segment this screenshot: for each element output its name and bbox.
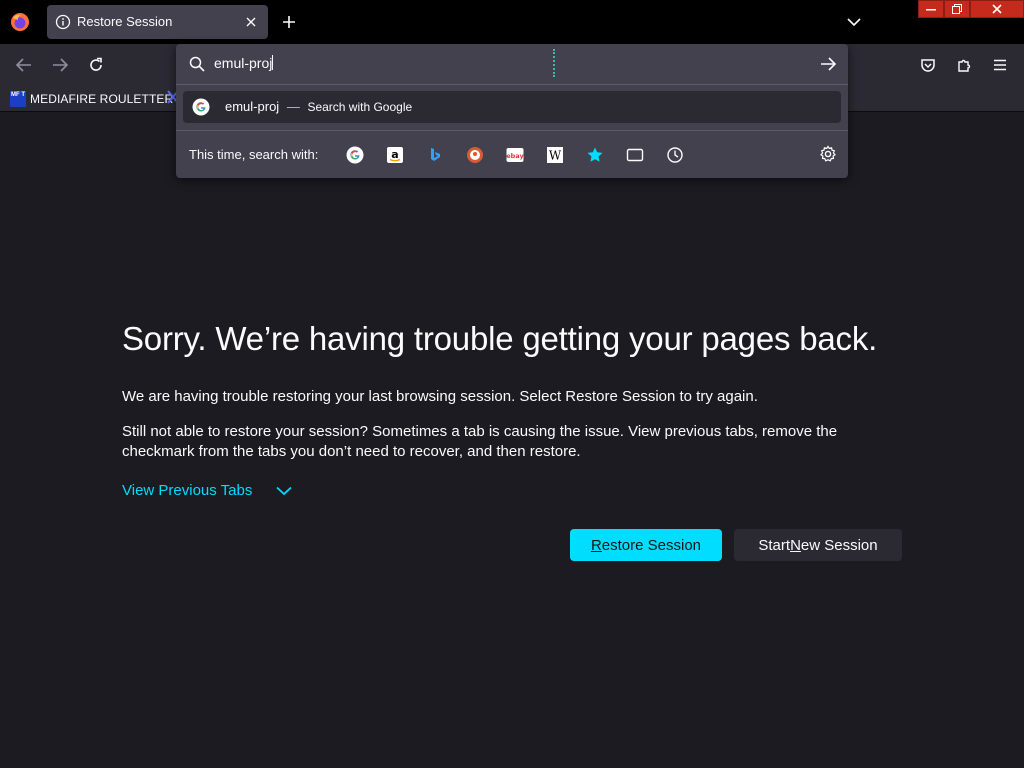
- oneoff-search-row: This time, search with: a ebay W: [176, 131, 848, 178]
- search-icon: [189, 56, 205, 72]
- restore-session-button[interactable]: Restore Session: [570, 529, 722, 561]
- window-controls: [918, 0, 1024, 18]
- svg-text:W: W: [549, 149, 562, 163]
- text-caret: [272, 55, 274, 70]
- oneoff-label: This time, search with:: [189, 147, 319, 162]
- amazon-icon[interactable]: a: [385, 145, 405, 165]
- tab-title: Restore Session: [77, 14, 173, 29]
- tab-strip: Restore Session: [0, 0, 1024, 44]
- urlbar-dropdown-panel: emul-proj emul-proj — Search with Google…: [176, 44, 848, 178]
- urlbar-input[interactable]: emul-proj: [214, 55, 274, 71]
- search-suggestion-row[interactable]: emul-proj — Search with Google: [183, 91, 841, 123]
- svg-text:a: a: [391, 148, 398, 161]
- info-icon: [55, 14, 71, 30]
- drag-marker: [553, 49, 556, 77]
- page-title: Sorry. We’re having trouble getting your…: [122, 320, 878, 357]
- pocket-icon[interactable]: [915, 53, 941, 77]
- urlbar[interactable]: emul-proj: [176, 44, 848, 84]
- menu-hamburger-icon[interactable]: [987, 53, 1013, 77]
- go-arrow-icon[interactable]: [818, 54, 838, 74]
- history-icon[interactable]: [665, 145, 685, 165]
- chevron-down-icon: [276, 486, 292, 495]
- close-tab-icon[interactable]: [240, 11, 262, 33]
- tabs-icon[interactable]: [625, 145, 645, 165]
- session-restore-content: Sorry. We’re having trouble getting your…: [122, 320, 912, 561]
- urlbar-input-text: emul-proj: [214, 55, 273, 71]
- forward-arrow-icon[interactable]: [47, 53, 73, 77]
- bing-icon[interactable]: [425, 145, 445, 165]
- search-settings-gear-icon[interactable]: [819, 145, 837, 163]
- bookmark-mediafire-rouletter[interactable]: MF T MEDIAFIRE ROULETTER: [10, 89, 173, 109]
- back-arrow-icon[interactable]: [11, 53, 37, 77]
- suggestion-separator: —: [286, 99, 300, 114]
- minimize-window-icon[interactable]: [918, 0, 944, 18]
- restore-description: We are having trouble restoring your las…: [122, 388, 758, 405]
- reload-icon[interactable]: [83, 53, 109, 77]
- svg-text:ebay: ebay: [506, 152, 524, 160]
- duckduckgo-icon[interactable]: [465, 145, 485, 165]
- view-previous-tabs-toggle[interactable]: View Previous Tabs: [122, 482, 292, 499]
- suggestion-action: Search with Google: [307, 100, 413, 114]
- suggestion-text: emul-proj — Search with Google: [225, 99, 412, 114]
- restore-window-icon[interactable]: [944, 0, 970, 18]
- bookmarks-star-icon[interactable]: [585, 145, 605, 165]
- bookmark-label: MEDIAFIRE ROULETTER: [30, 92, 174, 106]
- google-icon: [192, 98, 210, 116]
- suggestion-query: emul-proj: [225, 99, 280, 114]
- ebay-icon[interactable]: ebay: [505, 145, 525, 165]
- firefox-logo-icon[interactable]: [10, 12, 30, 32]
- google-icon[interactable]: [345, 145, 365, 165]
- mediafire-favicon-icon: MF T: [10, 91, 26, 107]
- list-all-tabs-chevron-icon[interactable]: [844, 12, 864, 32]
- tab-restore-session[interactable]: Restore Session: [47, 5, 268, 39]
- extensions-puzzle-icon[interactable]: [951, 53, 977, 77]
- wikipedia-icon[interactable]: W: [545, 145, 565, 165]
- new-tab-plus-icon[interactable]: [278, 11, 300, 33]
- close-window-icon[interactable]: [970, 0, 1024, 18]
- start-new-session-button[interactable]: Start New Session: [734, 529, 902, 561]
- restore-help-text: Still not able to restore your session? …: [122, 423, 838, 460]
- urlbar-divider: [176, 84, 848, 85]
- view-previous-tabs-label: View Previous Tabs: [122, 482, 253, 499]
